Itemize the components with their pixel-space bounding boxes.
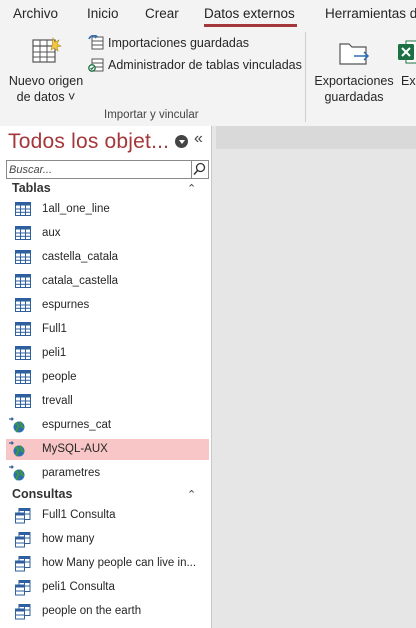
nav-pane-title[interactable]: Todos los objet... [8, 130, 169, 154]
nav-item-label: castella_catala [42, 251, 119, 263]
nav-search-box [6, 160, 209, 179]
new-data-source-button[interactable]: Nuevo origen de datos ˅ [6, 32, 86, 104]
linked-globe-icon [9, 441, 25, 457]
table-icon [15, 370, 31, 384]
excel-export-button[interactable]: Exc [398, 32, 416, 102]
nav-search-input[interactable] [9, 161, 187, 178]
tab-inicio[interactable]: Inicio [87, 6, 119, 21]
nav-item-label: how many [42, 533, 95, 545]
query-icon [15, 508, 31, 524]
linked-table-manager-button[interactable]: Administrador de tablas vinculadas [88, 57, 302, 75]
nav-item-label: parametres [42, 467, 101, 479]
table-icon [15, 298, 31, 312]
tab-crear[interactable]: Crear [145, 6, 179, 21]
tab-herramientas[interactable]: Herramientas de b [325, 6, 416, 21]
query-icon [15, 604, 31, 620]
nav-item-label: MySQL-AUX [42, 443, 108, 455]
navigation-pane: Todos los objet... « Tablas ⌃ 1all_one_lin… [0, 126, 212, 628]
nav-item-label: Full1 [42, 323, 67, 335]
nav-item[interactable]: trevall [6, 391, 209, 412]
nav-item-label: people [42, 371, 77, 383]
nav-item[interactable]: people [6, 367, 209, 388]
saved-exports-icon [339, 43, 370, 65]
nav-item-label: trevall [42, 395, 73, 407]
nav-item-label: peli1 [42, 347, 67, 359]
nav-item-label: 1all_one_line [42, 203, 110, 215]
table-icon [15, 202, 31, 216]
nav-item[interactable]: Full1 Consulta [6, 505, 209, 526]
table-icon [15, 394, 31, 408]
nav-item-label: catala_castella [42, 275, 119, 287]
nav-item[interactable]: aux [6, 223, 209, 244]
nav-item[interactable]: espurnes_cat [6, 415, 209, 436]
new-data-source-label-2: de datos ˅ [16, 90, 76, 104]
collapse-pane-icon[interactable]: « [194, 130, 203, 148]
nav-item[interactable]: peli1 Consulta [6, 577, 209, 598]
linked-table-manager-icon [88, 58, 104, 72]
excel-icon [398, 40, 416, 64]
table-icon [15, 346, 31, 360]
nav-item-label: aux [42, 227, 61, 239]
table-icon [15, 322, 31, 336]
nav-item[interactable]: Full1 [6, 319, 209, 340]
menu-bar: Archivo Inicio Crear Datos externos Herr… [0, 0, 416, 28]
section-collapse-icon[interactable]: ⌃ [187, 488, 196, 501]
new-data-source-label-1: Nuevo origen [8, 74, 84, 88]
import-link-group-label: Importar y vincular [104, 109, 199, 121]
active-tab-underline [204, 24, 297, 27]
nav-item[interactable]: castella_catala [6, 247, 209, 268]
saved-exports-button[interactable]: Exportaciones guardadas [312, 32, 396, 104]
table-icon [15, 274, 31, 288]
query-icon [15, 556, 31, 572]
saved-exports-label-1: Exportaciones [314, 74, 394, 88]
nav-item[interactable]: catala_castella [6, 271, 209, 292]
saved-imports-label: Importaciones guardadas [108, 36, 250, 50]
nav-item-label: peli1 Consulta [42, 581, 115, 593]
nav-pane-menu-icon[interactable] [175, 135, 188, 148]
nav-item[interactable]: MySQL-AUX [6, 439, 209, 460]
saved-imports-button[interactable]: Importaciones guardadas [88, 35, 258, 53]
new-data-source-icon [32, 36, 62, 63]
linked-globe-icon [9, 465, 25, 481]
search-icon[interactable] [191, 161, 207, 178]
ribbon-group-separator [305, 32, 306, 122]
table-icon [15, 250, 31, 264]
work-area [212, 126, 416, 628]
nav-item-label: espurnes [42, 299, 90, 311]
nav-item-label: how Many people can live in... [42, 557, 197, 569]
nav-section-header[interactable]: Tablas [12, 181, 51, 195]
saved-imports-icon [88, 35, 104, 50]
query-icon [15, 532, 31, 548]
nav-item[interactable]: people on the earth [6, 601, 209, 622]
nav-item-label: espurnes_cat [42, 419, 112, 431]
nav-item-label: Full1 Consulta [42, 509, 116, 521]
section-collapse-icon[interactable]: ⌃ [187, 182, 196, 195]
tab-archivo[interactable]: Archivo [13, 6, 58, 21]
nav-item[interactable]: 1all_one_line [6, 199, 209, 220]
nav-item[interactable]: peli1 [6, 343, 209, 364]
nav-item[interactable]: how Many people can live in... [6, 553, 209, 574]
nav-item[interactable]: espurnes [6, 295, 209, 316]
excel-label: Exc [401, 74, 416, 88]
tab-datos-externos[interactable]: Datos externos [204, 6, 295, 21]
saved-exports-label-2: guardadas [324, 90, 384, 104]
linked-globe-icon [9, 417, 25, 433]
linked-table-manager-label: Administrador de tablas vinculadas [108, 58, 302, 72]
ribbon: Nuevo origen de datos ˅ Importaciones gu… [0, 28, 416, 127]
document-tab-strip [216, 126, 416, 149]
nav-item[interactable]: how many [6, 529, 209, 550]
nav-section-header[interactable]: Consultas [12, 487, 72, 501]
table-icon [15, 226, 31, 240]
nav-item-label: people on the earth [42, 605, 142, 617]
query-icon [15, 580, 31, 596]
nav-item[interactable]: parametres [6, 463, 209, 484]
